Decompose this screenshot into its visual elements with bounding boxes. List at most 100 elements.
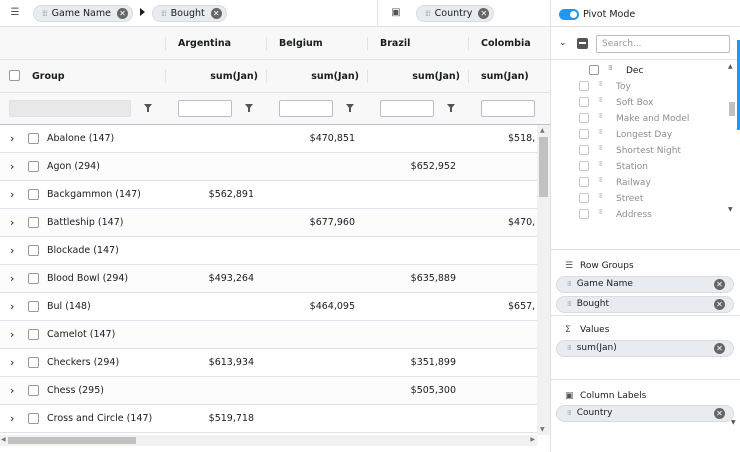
column-checkbox[interactable] bbox=[579, 145, 589, 155]
drag-grip-icon[interactable]: ⁞⁞⁞ bbox=[598, 208, 603, 216]
drag-grip-icon[interactable]: ⁞⁞⁞ bbox=[598, 80, 603, 88]
row-group-chip-game-name[interactable]: ⁞⁞⁞ Game Name ✕ bbox=[33, 5, 133, 22]
column-checkbox[interactable] bbox=[579, 193, 589, 203]
value-item-sum-jan[interactable]: ⁞⁞⁞ sum(Jan) ✕ bbox=[556, 340, 734, 357]
scroll-thumb[interactable] bbox=[539, 137, 548, 197]
column-checkbox[interactable] bbox=[579, 113, 589, 123]
table-row[interactable]: › Cross and Circle (147) $519,718 bbox=[0, 405, 537, 433]
table-row[interactable]: › Chess (295) $505,300 bbox=[0, 377, 537, 405]
row-checkbox[interactable] bbox=[28, 357, 39, 368]
chevron-right-icon[interactable]: › bbox=[10, 357, 20, 369]
row-checkbox[interactable] bbox=[28, 385, 39, 396]
header-sum-jan-argentina[interactable]: sum(Jan) bbox=[178, 60, 258, 92]
drag-grip-icon[interactable]: ⁞⁞⁞ bbox=[567, 300, 572, 308]
remove-icon[interactable]: ✕ bbox=[116, 8, 128, 19]
column-checkbox[interactable] bbox=[579, 129, 589, 139]
chevron-right-icon[interactable]: › bbox=[10, 273, 20, 285]
remove-icon[interactable]: ✕ bbox=[478, 8, 490, 19]
row-checkbox[interactable] bbox=[28, 273, 39, 284]
remove-icon[interactable]: ✕ bbox=[714, 408, 725, 419]
drag-grip-icon[interactable]: ⁞⁞⁞ bbox=[425, 9, 431, 18]
drag-grip-icon[interactable]: ⁞⁞⁞ bbox=[598, 112, 603, 120]
chevron-right-icon[interactable]: › bbox=[10, 385, 20, 397]
remove-icon[interactable]: ✕ bbox=[714, 279, 725, 290]
filter-input-argentina[interactable] bbox=[178, 100, 232, 117]
column-list-item[interactable]: ⁞⁞⁞ Address bbox=[551, 207, 731, 223]
drag-grip-icon[interactable]: ⁞⁞⁞ bbox=[598, 144, 603, 152]
column-list-item[interactable]: ⁞⁞⁞ Toy bbox=[551, 79, 731, 95]
panel-scrollbar[interactable]: ▼ bbox=[730, 250, 740, 430]
scroll-down-icon[interactable]: ▼ bbox=[728, 206, 733, 213]
table-row[interactable]: › Blockade (147) bbox=[0, 237, 537, 265]
drag-grip-icon[interactable]: ⁞⁞⁞ bbox=[598, 176, 603, 184]
drag-grip-icon[interactable]: ⁞⁞⁞ bbox=[598, 192, 603, 200]
chevron-right-icon[interactable]: › bbox=[10, 329, 20, 341]
drag-grip-icon[interactable]: ⁞⁞⁞ bbox=[567, 344, 572, 352]
column-label-drop-zone[interactable]: ▣ ⁞⁞⁞ Country ✕ bbox=[378, 0, 550, 27]
scroll-down-icon[interactable]: ▼ bbox=[540, 426, 545, 433]
table-row[interactable]: › Bul (148) $464,095 $657, bbox=[0, 293, 537, 321]
remove-icon[interactable]: ✕ bbox=[210, 8, 222, 19]
row-checkbox[interactable] bbox=[28, 133, 39, 144]
header-sum-jan-belgium[interactable]: sum(Jan) bbox=[279, 60, 359, 92]
table-row[interactable]: › Backgammon (147) $562,891 bbox=[0, 181, 537, 209]
table-row[interactable]: › Checkers (294) $613,934 $351,899 bbox=[0, 349, 537, 377]
column-label-item-country[interactable]: ⁞⁞⁞ Country ✕ bbox=[556, 405, 734, 422]
filter-icon[interactable] bbox=[346, 104, 354, 112]
scroll-up-icon[interactable]: ▲ bbox=[728, 63, 733, 70]
column-checkbox[interactable] bbox=[589, 65, 599, 75]
drag-grip-icon[interactable]: ⁞⁞⁞ bbox=[567, 280, 572, 288]
drag-grip-icon[interactable]: ⁞⁞⁞ bbox=[608, 64, 613, 72]
pivot-mode-toggle[interactable] bbox=[559, 9, 579, 20]
chevron-right-icon[interactable]: › bbox=[10, 189, 20, 201]
drag-grip-icon[interactable]: ⁞⁞⁞ bbox=[42, 9, 48, 18]
row-group-chip-bought[interactable]: ⁞⁞⁞ Bought ✕ bbox=[152, 5, 227, 22]
column-list-item[interactable]: ⁞⁞⁞ Make and Model bbox=[551, 111, 731, 127]
column-checkbox[interactable] bbox=[579, 209, 589, 219]
filter-input-colombia[interactable] bbox=[481, 100, 535, 117]
filter-icon[interactable] bbox=[447, 104, 455, 112]
filter-icon[interactable] bbox=[144, 104, 152, 112]
scroll-thumb[interactable] bbox=[8, 437, 136, 444]
column-list-item[interactable]: ⁞⁞⁞ Longest Day bbox=[551, 127, 731, 143]
column-checkbox[interactable] bbox=[579, 177, 589, 187]
header-sum-jan-colombia[interactable]: sum(Jan) bbox=[481, 60, 541, 92]
row-checkbox[interactable] bbox=[28, 329, 39, 340]
filter-input-belgium[interactable] bbox=[279, 100, 333, 117]
chevron-right-icon[interactable]: › bbox=[10, 245, 20, 257]
chevron-right-icon[interactable]: › bbox=[10, 413, 20, 425]
row-checkbox[interactable] bbox=[28, 217, 39, 228]
chevron-right-icon[interactable]: › bbox=[10, 133, 20, 145]
row-checkbox[interactable] bbox=[28, 245, 39, 256]
drag-grip-icon[interactable]: ⁞⁞⁞ bbox=[598, 96, 603, 104]
row-group-item-game-name[interactable]: ⁞⁞⁞ Game Name ✕ bbox=[556, 276, 734, 293]
column-list-item[interactable]: ⁞⁞⁞ Station bbox=[551, 159, 731, 175]
header-sum-jan-brazil[interactable]: sum(Jan) bbox=[380, 60, 460, 92]
header-group[interactable]: Group bbox=[32, 60, 132, 92]
column-list-item[interactable]: ⁞⁞⁞ Shortest Night bbox=[551, 143, 731, 159]
header-country-brazil[interactable]: Brazil bbox=[380, 27, 460, 59]
grid-horizontal-scrollbar[interactable]: ◀ ▶ bbox=[0, 435, 537, 446]
column-list-item[interactable]: ⁞⁞⁞ Street bbox=[551, 191, 731, 207]
table-row[interactable]: › Blood Bowl (294) $493,264 $635,889 bbox=[0, 265, 537, 293]
remove-icon[interactable]: ✕ bbox=[714, 343, 725, 354]
row-checkbox[interactable] bbox=[28, 301, 39, 312]
select-all-checkbox[interactable] bbox=[9, 70, 20, 81]
column-list-item[interactable]: ⁞⁞⁞ Dec bbox=[551, 63, 731, 79]
table-row[interactable]: › Abalone (147) $470,851 $518, bbox=[0, 125, 537, 153]
drag-grip-icon[interactable]: ⁞⁞⁞ bbox=[598, 160, 603, 168]
drag-grip-icon[interactable]: ⁞⁞⁞ bbox=[161, 9, 167, 18]
grid-vertical-scrollbar[interactable]: ▲ ▼ bbox=[537, 125, 550, 435]
chevron-right-icon[interactable]: › bbox=[10, 217, 20, 229]
column-list-item[interactable]: ⁞⁞⁞ Railway bbox=[551, 175, 731, 191]
chevron-right-icon[interactable]: › bbox=[10, 161, 20, 173]
column-search-input[interactable]: Search... bbox=[596, 35, 730, 53]
chevron-down-icon[interactable]: ⌄ bbox=[559, 38, 567, 48]
filter-input-brazil[interactable] bbox=[380, 100, 434, 117]
drag-grip-icon[interactable]: ⁞⁞⁞ bbox=[598, 128, 603, 136]
scroll-right-icon[interactable]: ▶ bbox=[530, 436, 535, 443]
row-group-drop-zone[interactable]: ☰ ⁞⁞⁞ Game Name ✕ ⁞⁞⁞ Bought ✕ bbox=[0, 0, 378, 27]
header-country-colombia[interactable]: Colombia bbox=[481, 27, 541, 59]
table-row[interactable]: › Agon (294) $652,952 bbox=[0, 153, 537, 181]
select-all-columns-checkbox[interactable] bbox=[577, 38, 588, 49]
